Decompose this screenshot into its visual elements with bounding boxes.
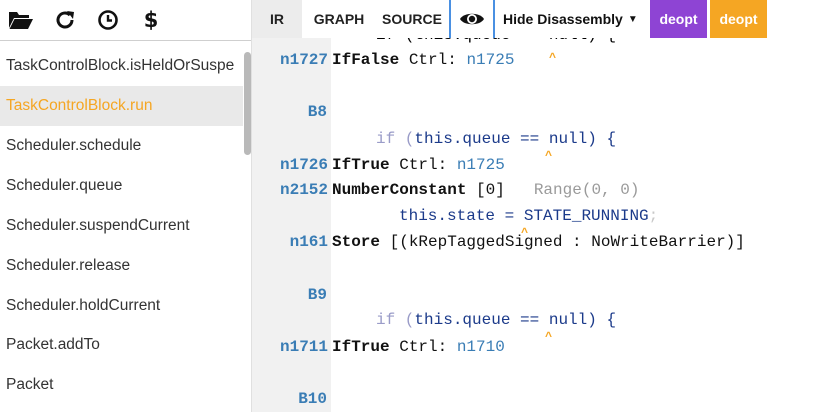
src-member: .queue xyxy=(452,311,521,329)
tab-graph[interactable]: GRAPH xyxy=(304,0,374,38)
src-tail: null) { xyxy=(539,311,617,329)
node-op: IfFalse xyxy=(332,51,400,69)
node-op: IfTrue xyxy=(332,156,390,174)
toggle-visibility-button[interactable] xyxy=(449,0,495,38)
src-this: this xyxy=(399,207,438,225)
ir-line[interactable]: n1727 IfFalse Ctrl: n1725 xyxy=(252,48,831,72)
list-item[interactable]: Scheduler.holdCurrent xyxy=(0,286,243,326)
list-item[interactable]: Scheduler.suspendCurrent xyxy=(0,206,243,246)
node-args: Ctrl: xyxy=(389,156,457,174)
src-keyword: if ( xyxy=(376,311,415,329)
list-item[interactable]: Packet xyxy=(0,365,243,405)
eye-icon xyxy=(460,13,484,25)
src-operator: == xyxy=(520,311,540,329)
block-label[interactable]: B9 xyxy=(308,283,327,307)
src-keyword: if ( xyxy=(376,130,415,148)
node-range: Range(0, 0) xyxy=(533,181,640,199)
list-item-selected[interactable]: TaskControlBlock.run xyxy=(0,86,243,126)
source-line: if (this.queue == null) { xyxy=(252,308,831,332)
disassembly-dropdown[interactable]: Hide Disassembly ▼ xyxy=(503,0,643,38)
block-label-line: B9 xyxy=(252,283,831,307)
src-member: .queue xyxy=(452,130,521,148)
block-label[interactable]: B8 xyxy=(308,100,327,124)
ir-code-view: if (this.queue == null) { ^ n1727 IfFals… xyxy=(252,38,831,412)
block-label-line: B8 xyxy=(252,100,831,124)
list-item[interactable]: Scheduler.release xyxy=(0,246,243,286)
node-args: [(kRepTaggedSigned : NoWriteBarrier)] xyxy=(380,233,745,251)
dollar-glyph: $ xyxy=(143,7,159,32)
node-ref[interactable]: n1725 xyxy=(457,156,505,174)
node-id[interactable]: n161 xyxy=(290,230,328,254)
function-list: TaskControlBlock.isHeldOrSuspe TaskContr… xyxy=(0,41,243,412)
clock-icon[interactable] xyxy=(95,7,121,33)
node-ref[interactable]: n1710 xyxy=(457,338,505,356)
scrollbar-thumb[interactable] xyxy=(244,52,251,155)
list-item[interactable]: Scheduler.queue xyxy=(0,166,243,206)
source-text: if (this.queue == null) { xyxy=(376,38,616,47)
deopt-button-2[interactable]: deopt xyxy=(710,0,767,38)
src-this: this xyxy=(414,311,453,329)
node-id[interactable]: n1711 xyxy=(280,335,328,359)
node-args: [0] xyxy=(466,181,505,199)
folder-open-icon[interactable] xyxy=(8,7,34,33)
caret-down-icon: ▼ xyxy=(627,13,638,25)
block-label-line: B10 xyxy=(252,387,831,411)
ir-line[interactable]: n2152 NumberConstant [0] Range(0, 0) xyxy=(252,178,831,202)
node-id[interactable]: n1726 xyxy=(280,153,328,177)
node-op: NumberConstant xyxy=(332,181,467,199)
deopt-button-1[interactable]: deopt xyxy=(650,0,707,38)
ir-line[interactable]: n1711 IfTrue Ctrl: n1710 xyxy=(252,335,831,359)
source-line: this.state = STATE_RUNNING; xyxy=(252,204,831,228)
node-id[interactable]: n1727 xyxy=(280,48,328,72)
src-operator: == xyxy=(520,130,540,148)
tab-ir[interactable]: IR xyxy=(252,0,302,38)
list-item[interactable]: Scheduler.schedule xyxy=(0,126,243,166)
left-toolbar: $ xyxy=(0,0,251,40)
refresh-icon[interactable] xyxy=(52,7,78,33)
dollar-icon[interactable]: $ xyxy=(138,7,164,33)
node-ref[interactable]: n1725 xyxy=(466,51,514,69)
src-tail: null) { xyxy=(539,130,617,148)
src-value: STATE_RUNNING xyxy=(514,207,649,225)
src-member: .state xyxy=(437,207,505,225)
list-item[interactable]: Packet.addTo xyxy=(0,325,243,365)
disassembly-label: Hide Disassembly xyxy=(503,11,623,27)
source-line: if (this.queue == null) { xyxy=(252,38,831,47)
source-line: if (this.queue == null) { xyxy=(252,127,831,151)
src-this: this xyxy=(414,130,453,148)
src-semicolon: ; xyxy=(648,207,659,225)
block-label[interactable]: B10 xyxy=(298,387,327,411)
list-item[interactable]: TaskControlBlock.isHeldOrSuspe xyxy=(0,46,243,86)
right-toolbar: IR GRAPH SOURCE Hide Disassembly ▼ deopt… xyxy=(252,0,831,38)
ir-line[interactable]: n161 Store [(kRepTaggedSigned : NoWriteB… xyxy=(252,230,831,254)
tab-source[interactable]: SOURCE xyxy=(374,0,450,38)
node-args: Ctrl: xyxy=(389,338,457,356)
ir-line[interactable]: n1726 IfTrue Ctrl: n1725 xyxy=(252,153,831,177)
node-op: IfTrue xyxy=(332,338,390,356)
node-id[interactable]: n2152 xyxy=(280,178,328,202)
node-op: Store xyxy=(332,233,381,251)
node-args: Ctrl: xyxy=(399,51,467,69)
src-operator: = xyxy=(504,207,515,225)
